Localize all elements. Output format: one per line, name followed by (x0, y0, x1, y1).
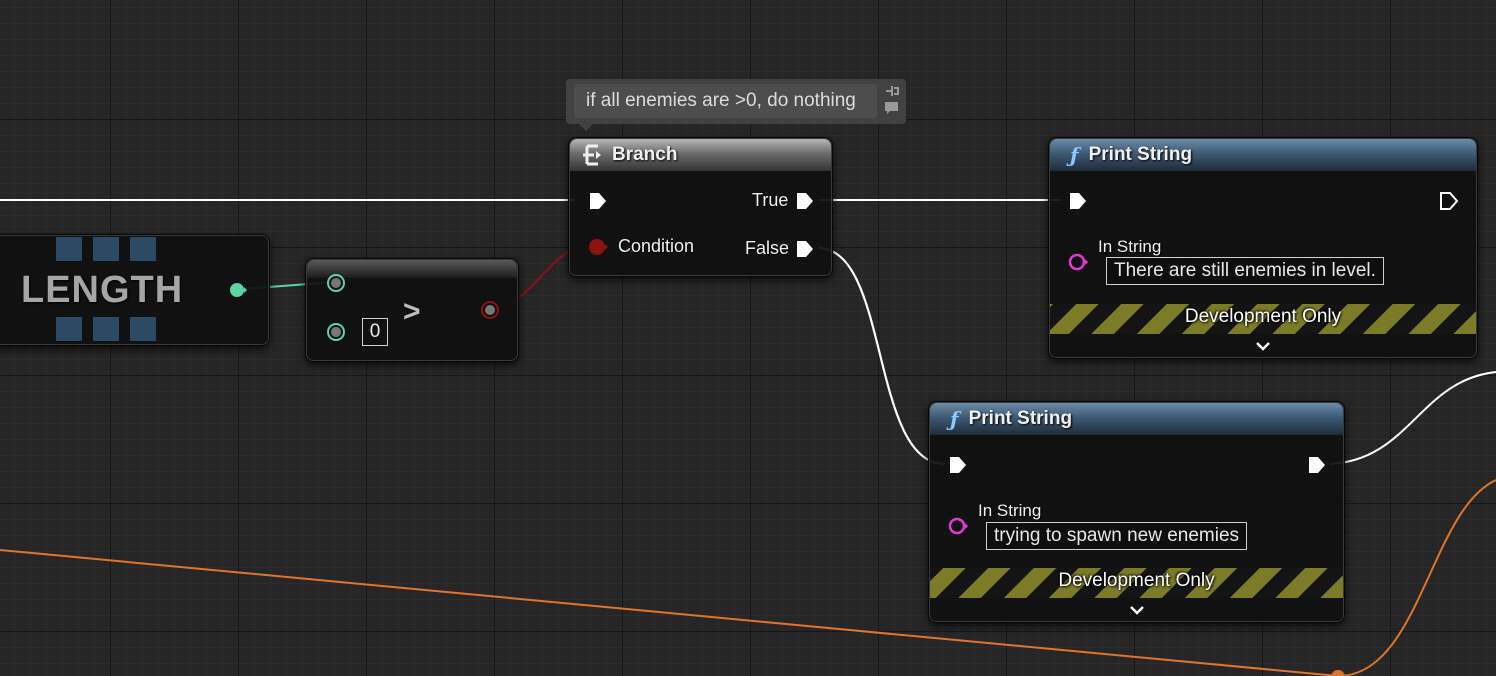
print-string-2-in-string-input[interactable]: trying to spawn new enemies (986, 522, 1248, 550)
node-comment-bubble[interactable]: if all enemies are >0, do nothing (566, 79, 906, 131)
comment-tail (578, 123, 594, 131)
print-string-2-in-string-label: In String (978, 501, 1042, 520)
compare-node[interactable]: 0 > (305, 258, 519, 362)
exec-wire-false (817, 246, 946, 466)
branch-node-header[interactable]: Branch (570, 139, 831, 171)
print-string-node-2[interactable]: ƒ Print String In String trying to spawn… (928, 401, 1345, 623)
compare-input-b-pin[interactable] (326, 322, 346, 342)
object-pin[interactable] (1331, 670, 1345, 676)
branch-false-label: False (745, 238, 790, 258)
print-string-1-dev-label: Development Only (1184, 306, 1342, 327)
exec-wire-out (1329, 371, 1496, 465)
pin-comment-icon[interactable] (884, 85, 900, 97)
function-icon: ƒ (1070, 143, 1079, 167)
print-string-1-exec-in-pin[interactable] (1068, 191, 1088, 211)
compare-input-a-pin[interactable] (326, 273, 346, 293)
compare-value-input[interactable]: 0 (362, 318, 388, 346)
print-string-2-exec-out-pin[interactable] (1307, 455, 1327, 475)
branch-true-pin[interactable] (795, 191, 815, 211)
branch-condition-label: Condition (618, 236, 695, 256)
branch-false-pin[interactable] (795, 239, 815, 259)
print-string-1-in-string-pin[interactable] (1067, 252, 1091, 272)
compare-operator: > (403, 295, 421, 328)
print-string-2-in-string-pin[interactable] (947, 516, 971, 536)
print-string-1-exec-out-pin[interactable] (1439, 191, 1459, 211)
print-string-2-header[interactable]: ƒ Print String (930, 403, 1343, 435)
function-icon: ƒ (950, 407, 959, 431)
node-comment-text[interactable]: if all enemies are >0, do nothing (574, 84, 877, 118)
length-node[interactable]: LENGTH (0, 234, 270, 346)
object-wire-curve (1337, 479, 1496, 676)
print-string-2-dev-label: Development Only (1058, 570, 1215, 591)
length-node-title: LENGTH (21, 269, 184, 311)
print-string-1-header[interactable]: ƒ Print String (1050, 139, 1476, 171)
branch-node-title: Branch (612, 144, 678, 165)
branch-icon (583, 144, 601, 166)
branch-true-label: True (752, 190, 789, 210)
print-string-node-1[interactable]: ƒ Print String In String There are still… (1048, 137, 1478, 359)
print-string-2-title: Print String (968, 408, 1073, 429)
length-output-pin[interactable] (227, 280, 247, 300)
print-string-2-expand-chevron-icon[interactable] (1129, 604, 1145, 616)
print-string-1-in-string-input[interactable]: There are still enemies in level. (1106, 257, 1384, 285)
print-string-1-in-string-label: In String (1098, 237, 1162, 256)
branch-condition-pin[interactable] (587, 237, 611, 257)
print-string-1-expand-chevron-icon[interactable] (1255, 340, 1271, 352)
branch-exec-in-pin[interactable] (588, 191, 608, 211)
branch-node[interactable]: Branch Condition True False (568, 137, 833, 277)
print-string-1-title: Print String (1088, 144, 1193, 165)
compare-output-pin[interactable] (480, 300, 500, 320)
comment-bubble-icon[interactable] (884, 101, 900, 115)
print-string-2-exec-in-pin[interactable] (948, 455, 968, 475)
